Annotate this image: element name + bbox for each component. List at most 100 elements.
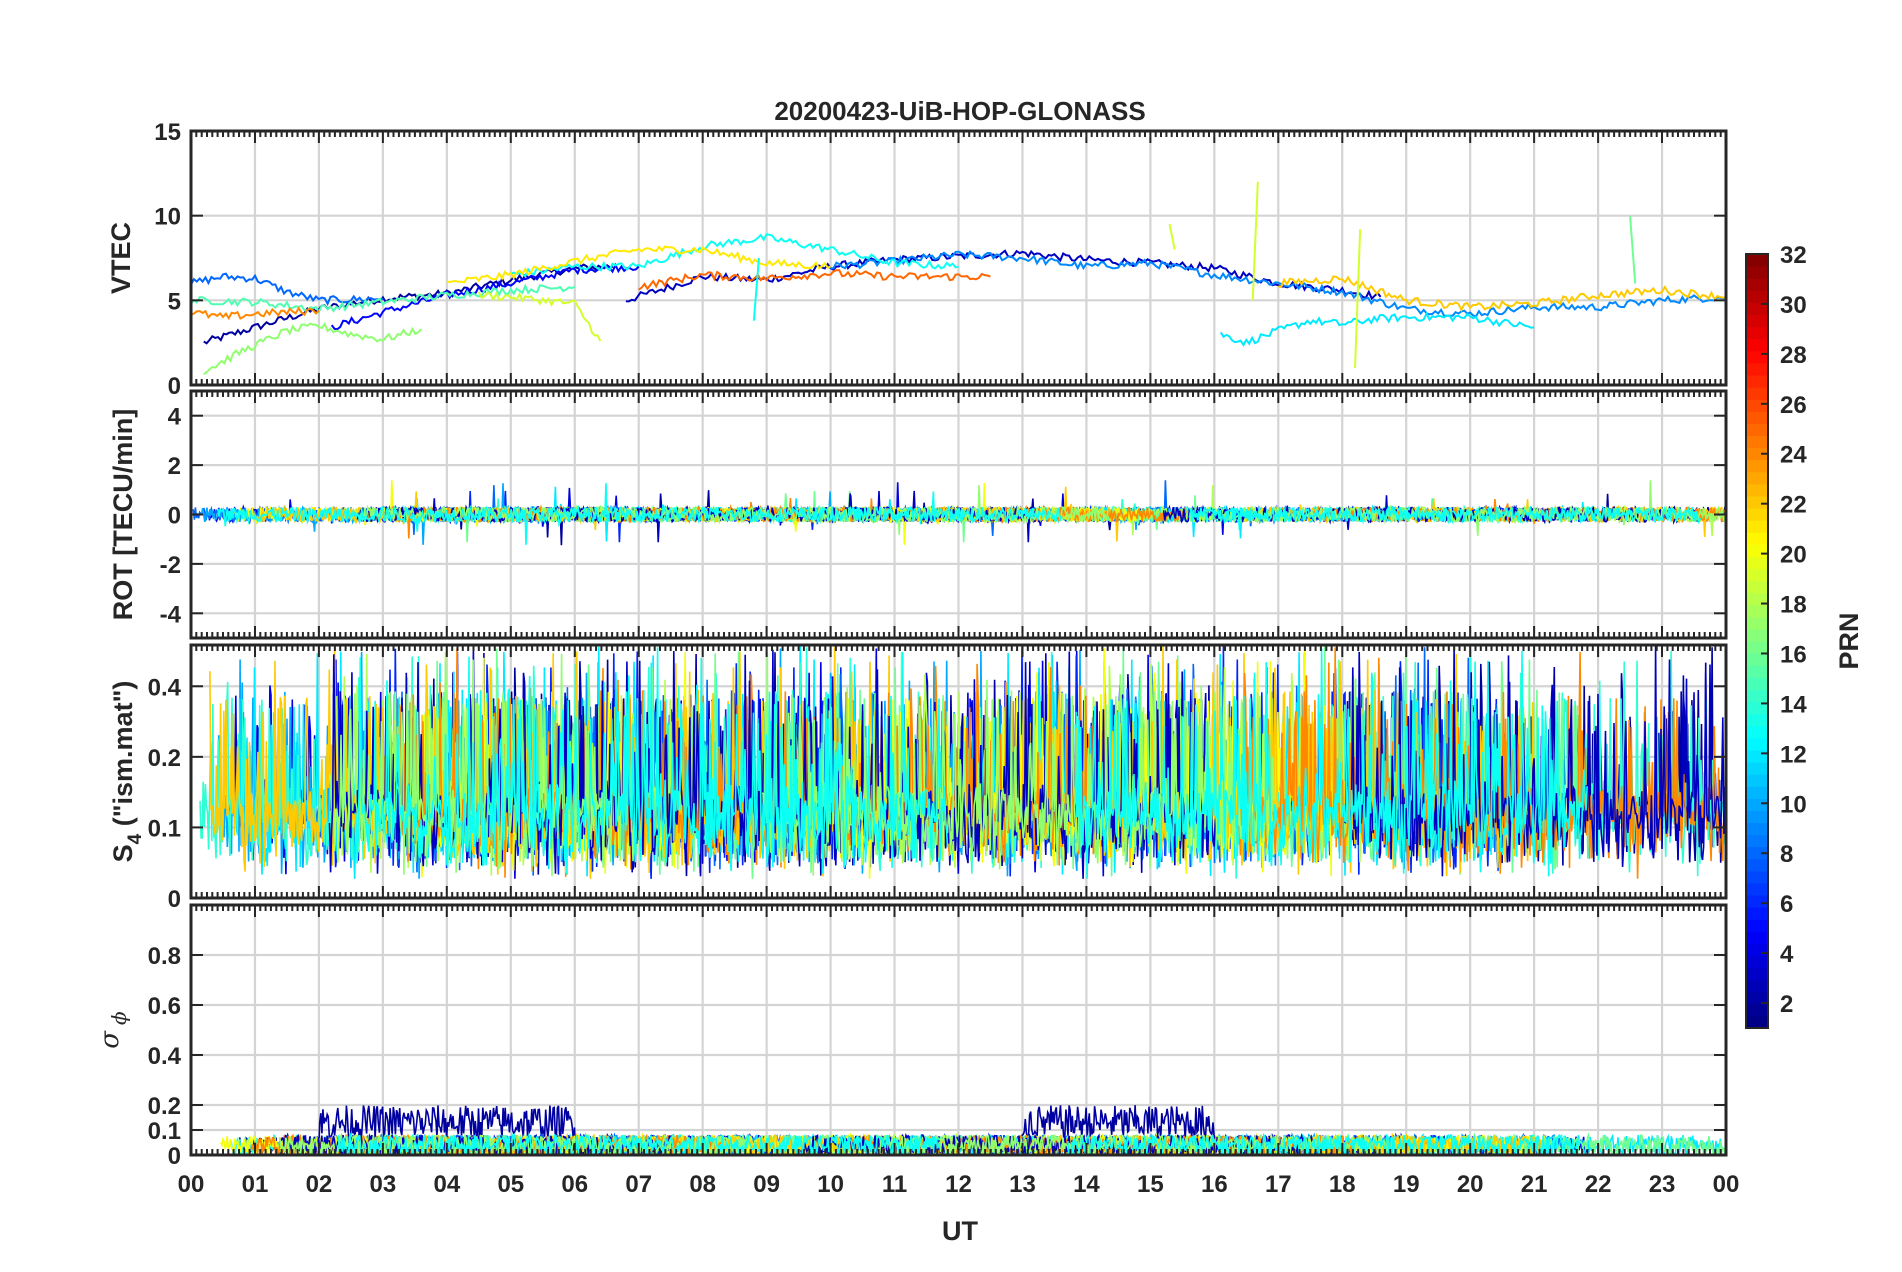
- colorbar-swatch: [1746, 338, 1768, 352]
- x-tick-label: 04: [433, 1171, 460, 1198]
- x-tick-label: 12: [945, 1171, 972, 1198]
- colorbar-swatch: [1746, 882, 1768, 896]
- colorbar-swatch: [1746, 604, 1768, 618]
- colorbar-swatch: [1746, 495, 1768, 509]
- colorbar-tick-label: 4: [1780, 941, 1794, 968]
- x-tick-label: 23: [1649, 1171, 1676, 1198]
- colorbar-swatch: [1746, 568, 1768, 582]
- colorbar-swatch: [1746, 979, 1768, 993]
- colorbar-tick-label: 26: [1780, 392, 1807, 419]
- colorbar-swatch: [1746, 641, 1768, 654]
- colorbar-swatch: [1746, 266, 1768, 279]
- y-tick-label: 0.2: [148, 1093, 181, 1120]
- colorbar-swatch: [1746, 483, 1768, 497]
- colorbar-swatch: [1746, 786, 1768, 799]
- y-tick-label: 0: [168, 373, 181, 400]
- colorbar-tick-label: 8: [1780, 841, 1793, 868]
- colorbar-swatch: [1746, 967, 1768, 981]
- y-tick-label: 0: [168, 503, 181, 530]
- y-tick-label: 0.1: [148, 1118, 181, 1145]
- colorbar-swatch: [1746, 834, 1768, 848]
- x-tick-label: 15: [1137, 1171, 1164, 1198]
- colorbar-swatch: [1746, 943, 1768, 957]
- colorbar-swatch: [1746, 628, 1768, 642]
- x-tick-label: 11: [882, 1171, 907, 1198]
- panel-rot: -4 -2 0 2 4 ROT [TECU/min]: [108, 389, 1728, 640]
- colorbar-swatch: [1746, 1015, 1768, 1029]
- y-tick-label: 0.2: [148, 745, 181, 772]
- x-tick-label: 06: [561, 1171, 588, 1198]
- x-tick-label: 14: [1073, 1171, 1100, 1198]
- y-tick-label: 5: [168, 288, 181, 315]
- colorbar-swatch: [1746, 350, 1768, 364]
- colorbar-swatch: [1746, 290, 1768, 303]
- colorbar-tick-label: 24: [1780, 442, 1807, 469]
- y-axis-label: ROT [TECU/min]: [108, 409, 138, 620]
- y-tick-label: -4: [160, 601, 182, 628]
- colorbar-swatch: [1746, 254, 1768, 267]
- colorbar-swatch: [1746, 616, 1768, 630]
- x-tick-label: 17: [1265, 1171, 1292, 1198]
- colorbar-tick-label: 32: [1780, 242, 1807, 269]
- colorbar-tick-label: 30: [1780, 292, 1807, 319]
- x-tick-label: 08: [689, 1171, 716, 1198]
- y-tick-label: 4: [168, 404, 182, 431]
- colorbar-swatch: [1746, 471, 1768, 485]
- panel-vtec: 0 5 10 15 VTEC: [106, 119, 1728, 400]
- colorbar-swatch: [1746, 362, 1768, 376]
- colorbar-swatch: [1746, 399, 1768, 412]
- x-tick-label: 07: [625, 1171, 652, 1198]
- colorbar-swatch: [1746, 1003, 1768, 1017]
- panel-sigma_phi: 00.10.2 0.4 0.6 0.8 σϕ 00 01 02 03 04 05 06 07 08 09 10…: [95, 903, 1740, 1198]
- colorbar-swatch: [1746, 520, 1768, 533]
- y-tick-label: 0.4: [148, 674, 182, 701]
- colorbar-swatch: [1746, 374, 1768, 388]
- colorbar-tick-label: 10: [1780, 791, 1807, 818]
- colorbar: 2468101214161820222426283032PRN: [1745, 242, 1864, 1029]
- x-tick-label: 13: [1009, 1171, 1036, 1198]
- colorbar-swatch: [1746, 931, 1768, 944]
- colorbar-swatch: [1746, 507, 1768, 521]
- y-axis-label: S4 ("ism.mat"): [108, 681, 146, 863]
- colorbar-swatch: [1746, 810, 1768, 824]
- x-tick-label: 05: [497, 1171, 524, 1198]
- y-tick-label: -2: [160, 552, 181, 579]
- x-tick-label: 20: [1457, 1171, 1484, 1198]
- y-axis-label: σϕ: [95, 1011, 131, 1049]
- x-tick-label: 01: [242, 1171, 269, 1198]
- colorbar-tick-label: 6: [1780, 891, 1793, 918]
- colorbar-tick-label: 20: [1780, 542, 1807, 569]
- panel-s4: 0 0.1 0.2 0.4S4 ("ism.mat"): [108, 643, 1728, 913]
- x-tick-label: 18: [1329, 1171, 1356, 1198]
- colorbar-tick-label: 18: [1780, 592, 1807, 619]
- x-tick-label: 00: [1713, 1171, 1740, 1198]
- colorbar-tick-label: 14: [1780, 691, 1807, 718]
- x-axis-label: UT: [942, 1216, 978, 1246]
- colorbar-swatch: [1746, 411, 1768, 424]
- x-tick-label: 22: [1585, 1171, 1612, 1198]
- colorbar-swatch: [1746, 278, 1768, 291]
- colorbar-swatch: [1746, 907, 1768, 920]
- chart-title: 20200423-UiB-HOP-GLONASS: [774, 96, 1145, 126]
- colorbar-tick-label: 28: [1780, 342, 1807, 369]
- colorbar-swatch: [1746, 894, 1768, 908]
- x-tick-label: 19: [1393, 1171, 1420, 1198]
- x-tick-label: 00: [178, 1171, 205, 1198]
- colorbar-swatch: [1746, 423, 1768, 437]
- colorbar-tick-label: 16: [1780, 641, 1807, 668]
- x-tick-label: 10: [817, 1171, 844, 1198]
- colorbar-swatch: [1746, 774, 1768, 787]
- y-tick-label: 2: [168, 453, 181, 480]
- colorbar-swatch: [1746, 749, 1768, 763]
- figure: 20200423-UiB-HOP-GLONASS 051015VTEC-4-20…: [95, 96, 1864, 1246]
- colorbar-swatch: [1746, 653, 1768, 666]
- x-tick-label: 03: [370, 1171, 397, 1198]
- colorbar-swatch: [1746, 532, 1768, 545]
- colorbar-swatch: [1746, 858, 1768, 872]
- colorbar-swatch: [1746, 798, 1768, 811]
- x-tick-label: 16: [1201, 1171, 1228, 1198]
- colorbar-swatch: [1746, 737, 1768, 751]
- colorbar-swatch: [1746, 580, 1768, 594]
- colorbar-swatch: [1746, 326, 1768, 340]
- y-tick-label: 0: [168, 1143, 181, 1170]
